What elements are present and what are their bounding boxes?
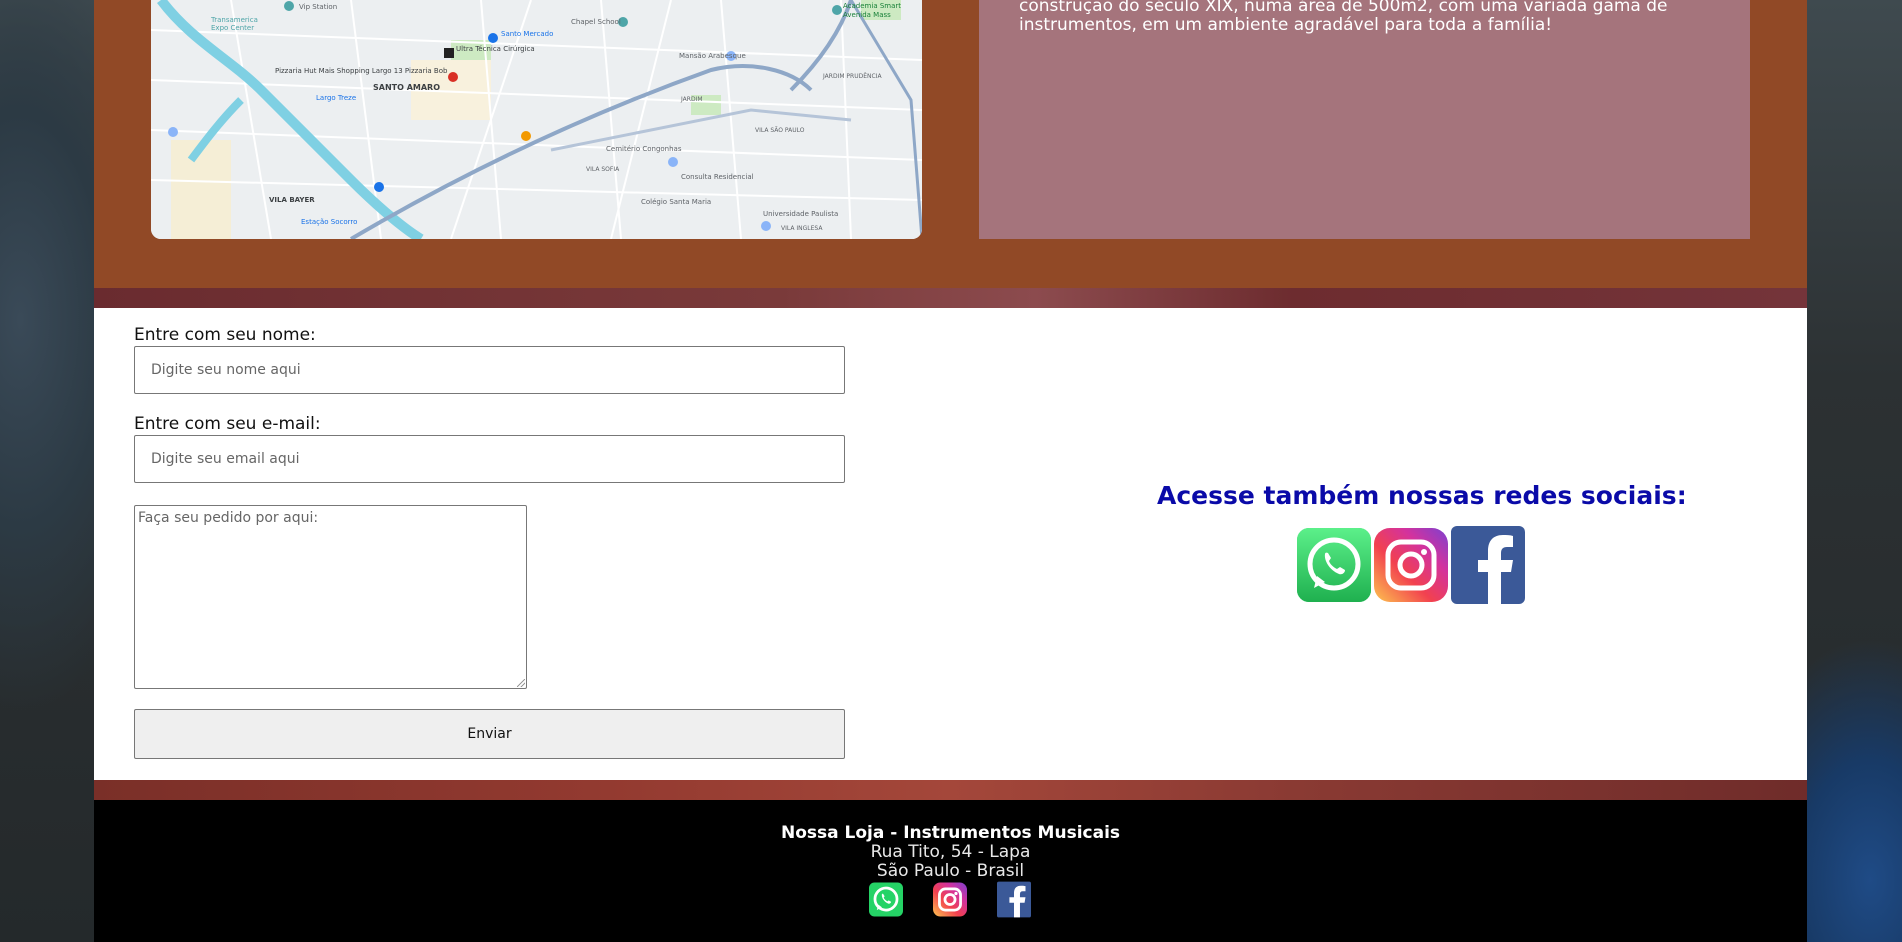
map-label: Santo Mercado [501,30,553,38]
map-label: JARDIM [680,96,703,103]
instagram-icon[interactable] [1374,526,1448,604]
facebook-icon[interactable] [997,881,1031,918]
store-description-box: construção do século XIX, numa área de 5… [979,0,1750,239]
footer-address: Rua Tito, 54 - Lapa [870,842,1031,862]
location-section: Vip Station Transamerica Expo Center San… [94,0,1807,288]
message-textarea[interactable]: Faça seu pedido por aqui: [134,505,527,689]
map-label: VILA SÃO PAULO [755,127,805,134]
map-label: Chapel School [571,18,621,26]
map-label: JARDIM PRUDÊNCIA [822,72,882,80]
instagram-icon[interactable] [933,881,967,918]
whatsapp-icon[interactable] [869,881,903,918]
map-label: Largo Treze [316,94,356,102]
map-label: Colégio Santa Maria [641,198,711,206]
name-label: Entre com seu nome: [134,325,316,345]
map-label: Ultra Técnica Cirúrgica [456,45,535,53]
map-label: Mansão Arabesque [679,52,746,60]
decorative-band [94,288,1807,308]
decorative-band [94,780,1807,800]
map-label: Estação Socorro [301,218,357,226]
map-label: Avenida Mass [843,11,891,19]
map-label: Vip Station [299,3,337,11]
email-label: Entre com seu e-mail: [134,414,321,434]
page-container: Vip Station Transamerica Expo Center San… [94,0,1807,942]
map-label: Academia Smart [843,2,901,10]
map-label: VILA BAYER [269,196,315,204]
contact-section: Entre com seu nome: Digite seu nome aqui… [94,308,1807,780]
map-label: SANTO AMARO [373,83,440,92]
footer-store-name: Nossa Loja - Instrumentos Musicais [780,823,1121,843]
map-label: Consulta Residencial [681,173,754,181]
map-label: VILA INGLESA [781,225,823,232]
map-label: Cemitério Congonhas [606,145,682,153]
social-icons [1297,526,1525,604]
social-title: Acesse também nossas redes sociais: [1157,481,1687,510]
submit-button[interactable]: Enviar [134,709,845,759]
map-label: Expo Center [211,24,254,32]
map-label: VILA SOFIA [586,166,620,173]
footer-social-icons [869,881,1031,918]
name-input[interactable]: Digite seu nome aqui [134,346,845,394]
google-map[interactable]: Vip Station Transamerica Expo Center San… [151,0,922,239]
resize-handle[interactable] [517,679,525,687]
map-label: Transamerica [210,16,258,24]
store-description-line: instrumentos, em um ambiente agradável p… [1019,15,1553,35]
map-canvas[interactable]: Vip Station Transamerica Expo Center San… [151,0,922,239]
map-label: Pizzaria Hut Mais Shopping Largo 13 Pizz… [275,67,448,75]
store-description-line: construção do século XIX, numa área de 5… [1019,0,1668,16]
footer: Nossa Loja - Instrumentos Musicais Rua T… [94,800,1807,942]
whatsapp-icon[interactable] [1297,526,1371,604]
map-label: Universidade Paulista [763,210,838,218]
footer-city: São Paulo - Brasil [876,861,1025,881]
message-placeholder: Faça seu pedido por aqui: [138,510,319,526]
facebook-icon[interactable] [1451,526,1525,604]
email-input[interactable]: Digite seu email aqui [134,435,845,483]
